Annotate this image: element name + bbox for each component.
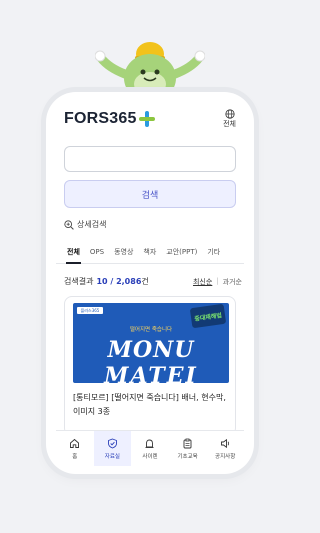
tab-booklet[interactable]: 책자 [138,241,161,263]
thumb-subtitle: 떨어지면 죽습니다 [129,327,173,333]
magnifier-plus-icon [64,219,74,230]
tab-etc[interactable]: 기타 [202,241,225,263]
phone-frame: FORS365 전체 검색 상세검색 전체 OPS 동영상 책자 교안(PPT)… [46,92,254,474]
app-screen: FORS365 전체 검색 상세검색 전체 OPS 동영상 책자 교안(PPT)… [56,100,244,466]
thumb-title-line2: MATEI [104,363,198,383]
sort-options: 최신순 | 과거순 [193,277,242,287]
siren-icon [145,439,154,448]
detail-search-toggle[interactable]: 상세검색 [64,219,106,230]
category-tabs: 전체 OPS 동영상 책자 교안(PPT) 기타 [56,240,244,264]
language-label: 전체 [223,120,236,128]
nav-home[interactable]: 홈 [56,431,94,466]
nav-notice-label: 공지사항 [215,453,236,460]
thumb-title-line1: MONU [107,337,195,363]
nav-library[interactable]: 자료실 [93,431,132,466]
speaker-icon [220,438,229,448]
result-card[interactable]: 플러스365 중대재해법 떨어지면 죽습니다 MONU MATEI [통티모르]… [64,296,236,436]
nav-home-label: 홈 [72,453,78,460]
nav-basic-edu[interactable]: 기초교육 [169,431,207,466]
sort-oldest[interactable]: 과거순 [223,277,242,287]
nav-notice[interactable]: 공지사항 [206,431,244,466]
shield-check-icon [107,438,117,448]
home-icon [70,438,80,448]
results-prefix: 검색결과 [64,277,94,286]
tab-ppt[interactable]: 교안(PPT) [161,241,202,263]
results-bar: 검색결과 10 / 2,086 건 최신순 | 과거순 [64,276,242,287]
plus-logo-icon [138,111,155,127]
tab-all[interactable]: 전체 [62,241,85,264]
sort-latest[interactable]: 최신순 [193,277,212,287]
logo-text: FORS365 [64,110,137,127]
app-logo[interactable]: FORS365 [64,110,155,128]
results-count: 10 / 2,086 [96,277,142,286]
card-thumbnail: 플러스365 중대재해법 떨어지면 죽습니다 MONU MATEI [73,303,229,383]
clipboard-icon [183,438,192,448]
bottom-navigation: 홈 자료실 사이렌 기초교육 공지사항 [56,430,244,466]
sort-divider: | [216,276,219,285]
thumb-brand: 플러스365 [77,307,103,314]
detail-search-label: 상세검색 [77,220,107,229]
top-bar: FORS365 전체 [56,100,244,138]
nav-basic-edu-label: 기초교육 [177,453,198,460]
nav-siren[interactable]: 사이렌 [131,431,169,466]
card-title: [통티모르] [떨어지면 죽습니다] 배너, 현수막, 이미지 3종 [73,393,226,416]
results-suffix: 건 [141,277,149,286]
search-input[interactable] [64,146,236,172]
globe-icon [224,109,235,119]
language-selector[interactable]: 전체 [223,109,236,129]
nav-siren-label: 사이렌 [142,453,158,460]
tab-video[interactable]: 동영상 [109,241,138,263]
search-button[interactable]: 검색 [64,180,236,208]
nav-library-label: 자료실 [104,453,120,460]
tab-ops[interactable]: OPS [85,242,109,262]
